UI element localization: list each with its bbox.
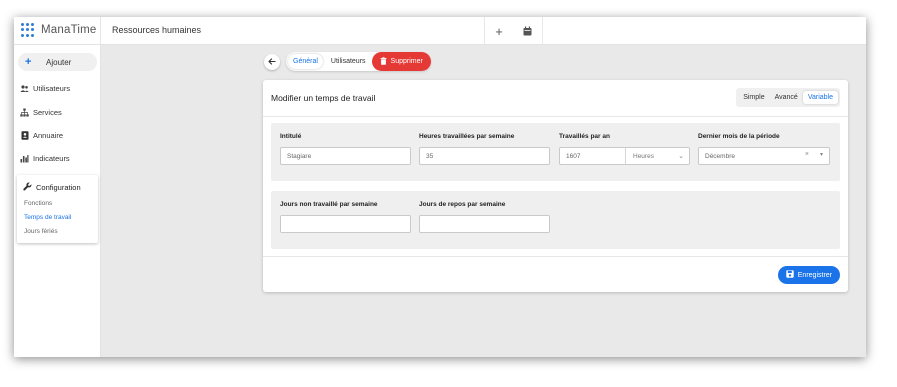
tab-bar: Général Utilisateurs Supprimer (286, 52, 431, 71)
fields-panel-days: Jours non travaillé par semaine Jours de… (271, 191, 840, 249)
sidebar-item-label: Services (33, 108, 62, 117)
bar-chart-icon (20, 154, 29, 163)
heures-label: Heures travaillées par semaine (419, 133, 515, 140)
config-label: Configuration (36, 183, 81, 192)
divider (484, 17, 485, 45)
unit-select[interactable]: Heures (633, 148, 654, 164)
plus-glyph: + (495, 23, 503, 39)
arrow-left-icon (268, 57, 276, 67)
floppy-disk-icon (786, 270, 794, 280)
jours-non-field[interactable] (280, 215, 411, 233)
add-button[interactable]: + Ajouter (18, 53, 97, 71)
jours-repos-label: Jours de repos par semaine (419, 201, 506, 208)
top-bar: ManaTime Ressources humaines + (14, 17, 866, 45)
sidebar-item-label: Annuaire (33, 131, 64, 140)
dernier-mois-select[interactable]: Décembre × ▾ (698, 147, 830, 165)
config-item-temps-de-travail[interactable]: Temps de travail (24, 214, 71, 221)
config-header[interactable]: Configuration (23, 182, 81, 193)
section-title: Ressources humaines (112, 25, 202, 35)
sidebar-item-annuaire[interactable]: Annuaire (20, 131, 63, 140)
wrench-icon (23, 182, 32, 193)
divider (263, 256, 848, 257)
divider (542, 17, 543, 45)
unit-value: Heures (633, 152, 654, 160)
address-book-icon (20, 131, 29, 140)
sidebar-item-users[interactable]: Utilisateurs (20, 84, 70, 93)
mode-toggle: Simple Avancé Variable (736, 88, 840, 107)
work-time-form-card: Modifier un temps de travail Simple Avan… (263, 80, 848, 292)
clear-icon[interactable]: × (805, 151, 809, 158)
dernier-mois-label: Dernier mois de la période (698, 133, 780, 140)
save-label: Enregistrer (797, 271, 832, 279)
config-item-jours-feries[interactable]: Jours fériés (24, 228, 58, 235)
fields-panel-main: Intitulé Stagiare Heures travaillées par… (271, 123, 840, 181)
plus-icon: + (25, 56, 32, 68)
app-grid-icon (21, 23, 35, 37)
config-menu: Configuration Fonctions Temps de travail… (17, 175, 98, 243)
delete-button[interactable]: Supprimer (371, 52, 431, 71)
divider (263, 116, 848, 117)
users-icon (20, 84, 29, 93)
org-chart-icon (20, 108, 29, 117)
travailles-field[interactable]: 1607 Heures ⌄ (559, 147, 690, 165)
chevron-down-icon: ⌄ (678, 153, 684, 160)
config-item-fonctions[interactable]: Fonctions (24, 200, 52, 207)
dernier-mois-value: Décembre (705, 152, 735, 160)
add-button-label: Ajouter (46, 57, 72, 67)
mode-simple[interactable]: Simple (738, 91, 769, 104)
sidebar: + Ajouter Utilisateurs Services Annuaire (14, 45, 101, 357)
tab-general[interactable]: Général (288, 54, 323, 69)
back-button[interactable] (264, 54, 280, 70)
calendar-icon[interactable] (517, 22, 537, 40)
travailles-value: 1607 (566, 152, 581, 160)
sidebar-item-services[interactable]: Services (20, 108, 62, 117)
sidebar-item-label: Indicateurs (33, 154, 70, 163)
trash-icon (380, 56, 387, 67)
tab-utilisateurs[interactable]: Utilisateurs (325, 52, 372, 71)
intitule-field[interactable]: Stagiare (280, 147, 411, 165)
mode-variable[interactable]: Variable (802, 91, 838, 104)
heures-field[interactable]: 35 (419, 147, 550, 165)
sidebar-item-label: Utilisateurs (33, 84, 71, 93)
intitule-label: Intitulé (280, 133, 302, 140)
divider (100, 17, 101, 45)
logo-text: ManaTime (41, 24, 97, 36)
save-button[interactable]: Enregistrer (777, 266, 840, 284)
logo[interactable]: ManaTime (21, 23, 97, 37)
sidebar-item-indicateurs[interactable]: Indicateurs (20, 154, 70, 163)
mode-avance[interactable]: Avancé (770, 91, 803, 104)
card-title: Modifier un temps de travail (271, 93, 376, 103)
app-window: ManaTime Ressources humaines + + Ajouter (14, 17, 866, 357)
delete-label: Supprimer (390, 58, 423, 65)
divider (625, 148, 626, 164)
plus-icon[interactable]: + (489, 22, 509, 40)
jours-repos-field[interactable] (419, 215, 550, 233)
travailles-label: Travaillés par an (559, 133, 610, 140)
jours-non-label: Jours non travaillé par semaine (280, 201, 378, 208)
chevron-down-icon: ▾ (819, 152, 823, 158)
